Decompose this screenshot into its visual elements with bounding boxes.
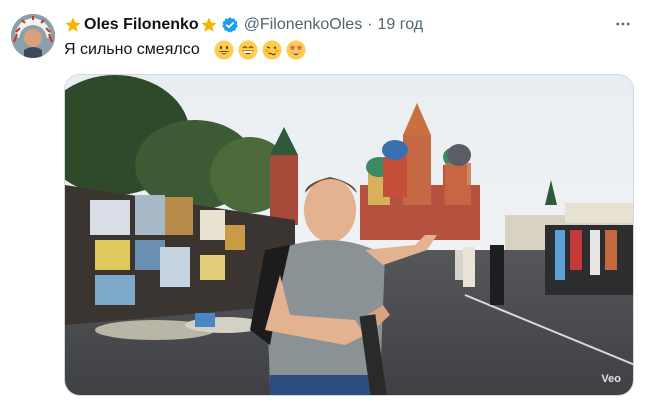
- timestamp[interactable]: 19 год: [378, 16, 424, 34]
- woozy-face-icon: [262, 40, 282, 60]
- video-watermark: Veo: [601, 373, 621, 385]
- tweet-header: Oles Filonenko @FilonenkoOles · 19 год: [64, 14, 639, 36]
- beaming-face-icon: [238, 40, 258, 60]
- star-icon: [64, 16, 82, 34]
- star-icon: [200, 16, 218, 34]
- author-name[interactable]: Oles Filonenko: [84, 16, 199, 34]
- more-options-button[interactable]: [611, 14, 635, 38]
- avatar[interactable]: [11, 14, 55, 58]
- tweet-media-image[interactable]: Veo: [64, 74, 634, 396]
- separator-dot: ·: [367, 16, 373, 33]
- author-handle[interactable]: @FilonenkoOles: [244, 16, 363, 34]
- video-frame-illustration: [65, 75, 633, 395]
- star-struck-face-icon: [286, 40, 306, 60]
- tweet-text: Я сильно смеялсо: [64, 40, 310, 60]
- tweet-card[interactable]: Oles Filonenko @FilonenkoOles · 19 год Я…: [0, 0, 649, 401]
- grinning-face-icon: [214, 40, 234, 60]
- more-horizontal-icon: [614, 15, 632, 38]
- verified-badge-icon: [221, 16, 239, 34]
- tweet-text-content: Я сильно смеялсо: [64, 41, 200, 58]
